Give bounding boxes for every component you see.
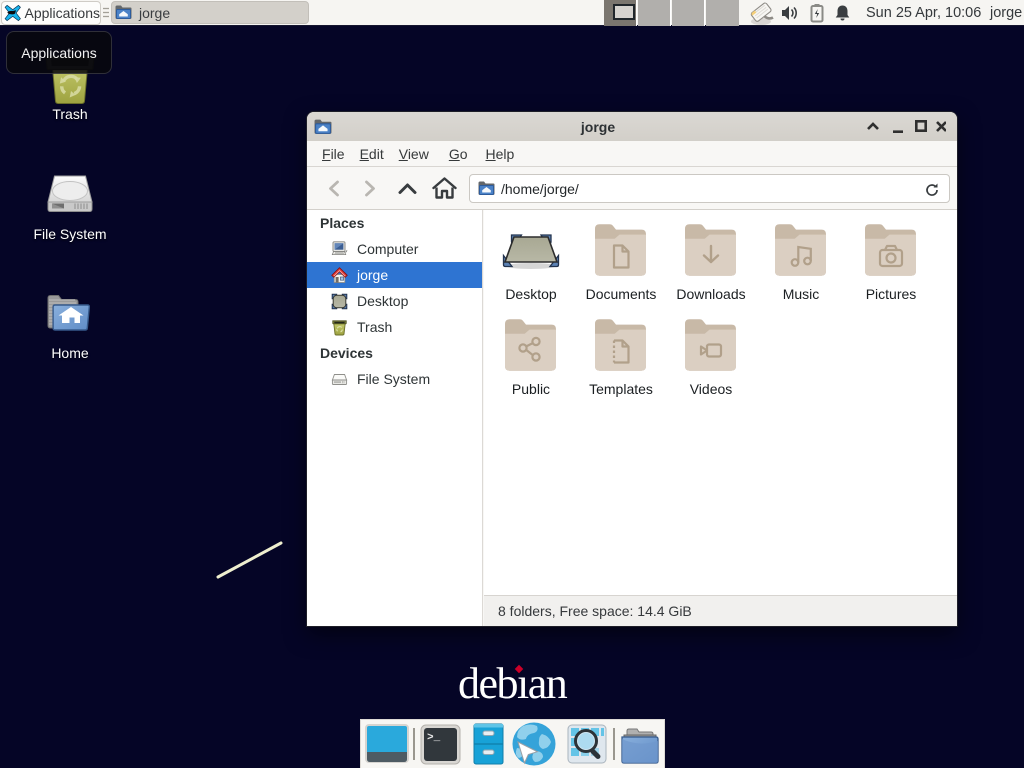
- svg-text:>_: >_: [427, 732, 441, 744]
